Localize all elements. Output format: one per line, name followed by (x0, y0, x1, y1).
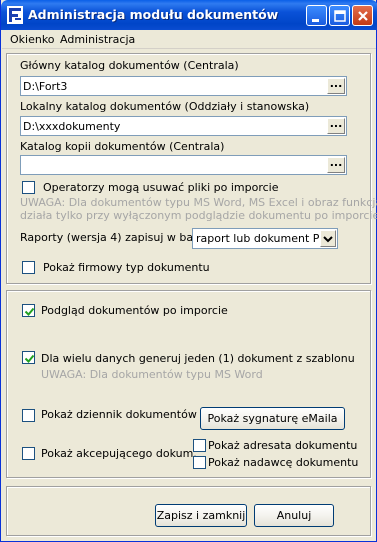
local-catalog-input[interactable] (23, 119, 322, 133)
chevron-down-icon[interactable] (320, 230, 336, 247)
menu-bar: Okienko Administracja (2, 30, 376, 49)
checkmark-icon (24, 307, 35, 316)
journal-checkbox[interactable] (22, 409, 35, 422)
acceptor-checkbox[interactable] (22, 447, 35, 460)
single-doc-label: Dla wielu danych generuj jeden (1) dokum… (41, 352, 355, 365)
preview-label: Podgląd dokumentów po imporcie (41, 304, 228, 317)
local-catalog-label: Lokalny katalog dokumentów (Oddziały i s… (20, 100, 310, 113)
window-title: Administracja modułu dokumentów (28, 7, 279, 22)
copy-catalog-field[interactable]: ... (20, 155, 347, 175)
sender-label: Pokaż nadawcę dokumentu (208, 456, 359, 469)
import-note-line1: UWAGA: Dla dokumentów typu MS Word, MS E… (20, 196, 377, 209)
email-signature-button[interactable]: Pokaż sygnaturę eMaila (200, 407, 345, 430)
sender-checkbox[interactable] (193, 456, 206, 469)
single-doc-note: UWAGA: Dla dokumentów typu MS Word (41, 368, 263, 381)
footer-panel: Zapisz i zamknij Anuluj (6, 486, 371, 536)
menu-administracja[interactable]: Administracja (60, 33, 135, 46)
reports-select[interactable]: raport lub dokument PDF (192, 228, 338, 249)
app-logo-icon (7, 6, 23, 24)
company-type-checkbox[interactable] (22, 261, 35, 274)
reports-select-value: raport lub dokument PDF (196, 232, 335, 245)
main-catalog-input[interactable] (23, 79, 322, 93)
save-and-close-button[interactable]: Zapisz i zamknij (155, 504, 247, 527)
operators-delete-label: Operatorzy mogą usuwać pliki po imporcie (43, 181, 279, 194)
dialog-window: Administracja modułu dokumentów Okienko … (0, 0, 377, 542)
acceptor-label: Pokaż akcepującego dokum. (41, 447, 197, 460)
company-type-label: Pokaż firmowy typ dokumentu (43, 261, 210, 274)
local-catalog-field[interactable]: ... (20, 116, 347, 136)
main-catalog-field[interactable]: ... (20, 76, 347, 96)
checkmark-icon (24, 354, 35, 363)
local-catalog-browse-button[interactable]: ... (327, 118, 345, 134)
journal-label: Pokaż dziennik dokumentów (41, 408, 197, 421)
minimize-button[interactable] (306, 5, 327, 26)
reports-label: Raporty (wersja 4) zapisuj w bazie (20, 231, 209, 244)
recipient-label: Pokaż adresata dokumentu (208, 439, 358, 452)
copy-catalog-input[interactable] (23, 158, 322, 172)
copy-catalog-browse-button[interactable]: ... (327, 157, 345, 173)
main-catalog-browse-button[interactable]: ... (327, 78, 345, 94)
close-button[interactable] (352, 5, 373, 26)
copy-catalog-label: Katalog kopii dokumentów (Centrala) (20, 140, 225, 153)
import-note-line2: działa tylko przy wyłączonym podglądzie … (20, 209, 377, 222)
menu-okienko[interactable]: Okienko (10, 33, 55, 46)
options-group: Podgląd dokumentów po imporcie Dla wielu… (6, 290, 371, 478)
cancel-button[interactable]: Anuluj (254, 504, 334, 527)
maximize-button[interactable] (329, 5, 350, 26)
title-bar[interactable]: Administracja modułu dokumentów (1, 0, 377, 30)
single-doc-checkbox[interactable] (22, 351, 35, 364)
recipient-checkbox[interactable] (193, 439, 206, 452)
preview-checkbox[interactable] (22, 304, 35, 317)
main-catalog-label: Główny katalog dokumentów (Centrala) (20, 59, 239, 72)
operators-delete-checkbox[interactable] (22, 181, 35, 194)
paths-group: Główny katalog dokumentów (Centrala) ...… (6, 53, 377, 284)
